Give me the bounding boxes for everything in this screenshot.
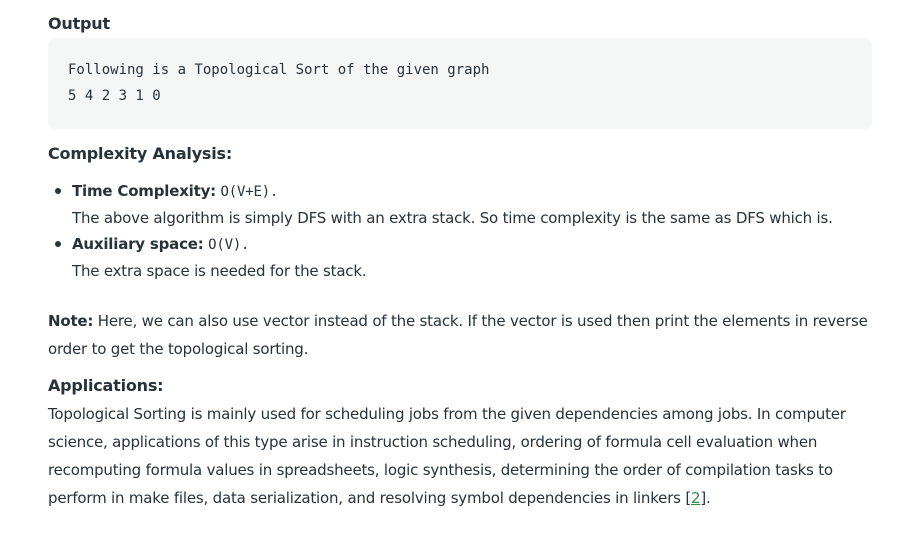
ref-close-bracket: ]. (700, 489, 711, 507)
auxiliary-space-label: Auxiliary space: (72, 235, 204, 253)
output-line-1: Following is a Topological Sort of the g… (68, 62, 490, 78)
note-text: Here, we can also use vector instead of … (48, 312, 868, 358)
auxiliary-space-value: O(V). (208, 237, 250, 253)
output-heading: Output (48, 14, 110, 33)
note-label: Note: (48, 312, 94, 330)
applications-paragraph: Topological Sorting is mainly used for s… (48, 400, 872, 512)
output-line-2: 5 4 2 3 1 0 (68, 88, 161, 104)
complexity-list: Time Complexity: O(V+E). The above algor… (48, 178, 872, 284)
bullet-icon (55, 188, 61, 194)
time-complexity-label: Time Complexity: (72, 182, 216, 200)
time-complexity-value: O(V+E). (220, 184, 279, 200)
auxiliary-space-description: The extra space is needed for the stack. (72, 262, 367, 280)
note-paragraph: Note: Here, we can also use vector inste… (48, 307, 872, 363)
time-complexity-description: The above algorithm is simply DFS with a… (72, 209, 833, 227)
output-code-block: Following is a Topological Sort of the g… (48, 38, 872, 129)
applications-text: Topological Sorting is mainly used for s… (48, 405, 846, 507)
list-item-time-complexity: Time Complexity: O(V+E). The above algor… (48, 178, 872, 231)
complexity-heading: Complexity Analysis: (48, 144, 233, 163)
list-item-auxiliary-space: Auxiliary space: O(V). The extra space i… (48, 231, 872, 284)
reference-link-2[interactable]: 2 (691, 489, 701, 507)
bullet-icon (55, 241, 61, 247)
applications-heading: Applications: (48, 376, 164, 395)
